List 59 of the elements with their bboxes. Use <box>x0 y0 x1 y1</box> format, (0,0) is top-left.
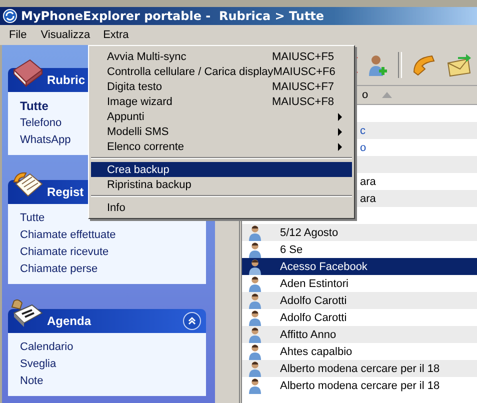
menu-item[interactable]: Extra <box>97 28 135 42</box>
person-icon <box>248 224 262 240</box>
menu-entry[interactable]: Appunti <box>91 109 352 124</box>
person-icon <box>248 310 262 326</box>
menu-item[interactable]: Visualizza <box>34 27 98 43</box>
contact-name: ara <box>360 192 376 204</box>
header-label: o <box>362 89 368 101</box>
sidebar-item[interactable]: Chiamate perse <box>20 261 98 278</box>
menu-entry[interactable]: Controlla cellulare / Carica displayMAIUSC+F6 <box>91 64 352 79</box>
menu-entry[interactable]: Crea backup <box>91 162 352 177</box>
contact-row[interactable]: Acesso Facebook <box>242 258 477 275</box>
sidebar-item[interactable]: Chiamate effettuate <box>20 227 116 244</box>
window-title: MyPhoneExplorer portable - Rubrica > Tutte <box>21 9 324 23</box>
collapse-button[interactable] <box>183 312 201 330</box>
contact-name: Adolfo Carotti <box>280 312 347 324</box>
menu-entry[interactable]: Avvia Multi-sync MAIUSC+F5 <box>91 49 352 64</box>
contact-name: o <box>360 142 366 154</box>
panel-title: Agenda <box>47 314 92 328</box>
contact-name: ara <box>360 176 376 188</box>
person-icon <box>248 276 262 292</box>
contact-row[interactable]: Affitto Anno <box>242 326 477 343</box>
contact-name: Acesso Facebook <box>280 260 368 272</box>
sidebar-item[interactable]: Chiamate ricevute <box>20 244 109 261</box>
sync-logo-icon <box>3 9 17 23</box>
person-icon <box>248 258 262 274</box>
phone-icon[interactable] <box>412 54 436 76</box>
contact-name: 5/12 Agosto <box>280 226 338 238</box>
contact-row[interactable]: 5/12 Agosto <box>242 224 477 241</box>
contact-name: Affitto Anno <box>280 328 336 340</box>
person-icon <box>248 344 262 360</box>
contact-name: Alberto modena cercare per il 18 <box>280 380 440 392</box>
sort-arrow-icon <box>382 92 392 98</box>
sidebar-item[interactable]: Telefono <box>20 115 62 132</box>
contact-row[interactable]: Adolfo Carotti <box>242 292 477 309</box>
chevron-up-icon <box>187 316 197 326</box>
person-icon <box>248 326 262 342</box>
person-icon <box>248 292 262 308</box>
contact-name: Alberto modena cercare per il 18 <box>280 362 440 374</box>
contact-row[interactable]: Alberto modena cercare per il 18 <box>242 360 477 377</box>
person-icon <box>248 242 262 258</box>
person-icon <box>248 360 262 376</box>
sidebar-item[interactable]: Note <box>20 373 44 390</box>
contact-name: 6 Se <box>280 244 303 256</box>
envelope-icon[interactable] <box>446 53 472 77</box>
panel-title: Regist <box>47 185 84 199</box>
menu-item[interactable]: File <box>2 27 34 43</box>
person-icon <box>248 378 262 394</box>
contact-name: Aden Estintori <box>280 278 348 290</box>
add-contact-icon[interactable] <box>368 54 388 76</box>
sidebar-item[interactable]: Calendario <box>20 339 74 356</box>
sidebar-item[interactable]: Tutte <box>20 98 48 115</box>
sidebar-item[interactable]: Sveglia <box>20 356 56 373</box>
contact-name: Ahtes capalbio <box>280 346 352 358</box>
panel-title: Rubric <box>47 73 86 87</box>
contact-name: Adolfo Carotti <box>280 294 347 306</box>
contact-name: c <box>360 124 366 136</box>
sidebar-item[interactable]: WhatsApp <box>20 132 71 149</box>
calendar-bell-icon <box>10 299 44 329</box>
sidebar-item[interactable]: Tutte <box>20 210 45 227</box>
